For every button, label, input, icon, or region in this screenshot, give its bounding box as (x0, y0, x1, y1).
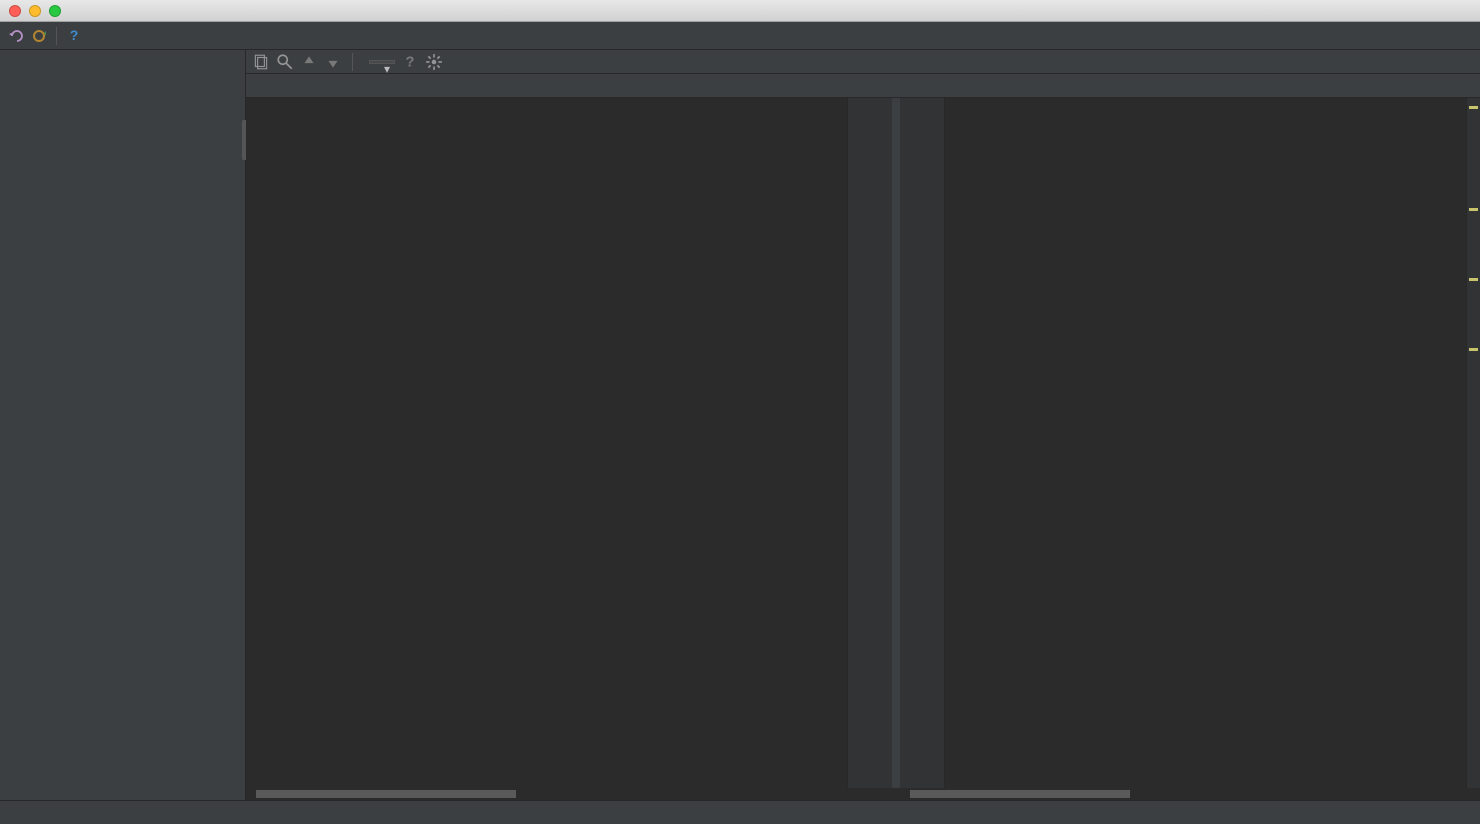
legend-deleted (1306, 808, 1344, 818)
settings-icon[interactable] (425, 53, 443, 71)
prev-diff-icon[interactable] (300, 53, 318, 71)
status-bar (0, 800, 1480, 824)
legend-inserted (1430, 808, 1468, 818)
titlebar (0, 0, 1480, 22)
whitespace-select[interactable] (369, 60, 395, 64)
svg-text:?: ? (70, 28, 79, 43)
sidebar-header (0, 50, 245, 60)
refresh-icon[interactable] (30, 27, 48, 45)
legend-changed (1368, 808, 1406, 818)
close-window-button[interactable] (9, 5, 21, 17)
left-gutter (847, 98, 892, 788)
main-toolbar: ? (0, 22, 1480, 50)
left-scrollbar[interactable] (246, 788, 800, 800)
help-icon[interactable]: ? (65, 27, 83, 45)
diff-help-icon[interactable]: ? (401, 53, 419, 71)
maximize-window-button[interactable] (49, 5, 61, 17)
left-pane-header (246, 74, 800, 97)
pane-divider[interactable] (892, 98, 900, 788)
find-icon[interactable] (276, 53, 294, 71)
left-code-pane[interactable] (246, 98, 892, 788)
right-scrollbar[interactable] (900, 788, 1480, 800)
diff-pane-headers (246, 74, 1480, 98)
right-pane-header (900, 74, 1480, 97)
right-gutter (900, 98, 945, 788)
window-controls (0, 5, 61, 17)
next-diff-icon[interactable] (324, 53, 342, 71)
copy-icon[interactable] (252, 53, 270, 71)
right-code-pane[interactable] (900, 98, 1480, 788)
minimap[interactable] (1466, 98, 1480, 788)
diff-toolbar: ? (246, 50, 1480, 74)
minimize-window-button[interactable] (29, 5, 41, 17)
back-icon[interactable] (8, 27, 26, 45)
history-sidebar (0, 50, 246, 800)
svg-text:?: ? (406, 54, 415, 70)
